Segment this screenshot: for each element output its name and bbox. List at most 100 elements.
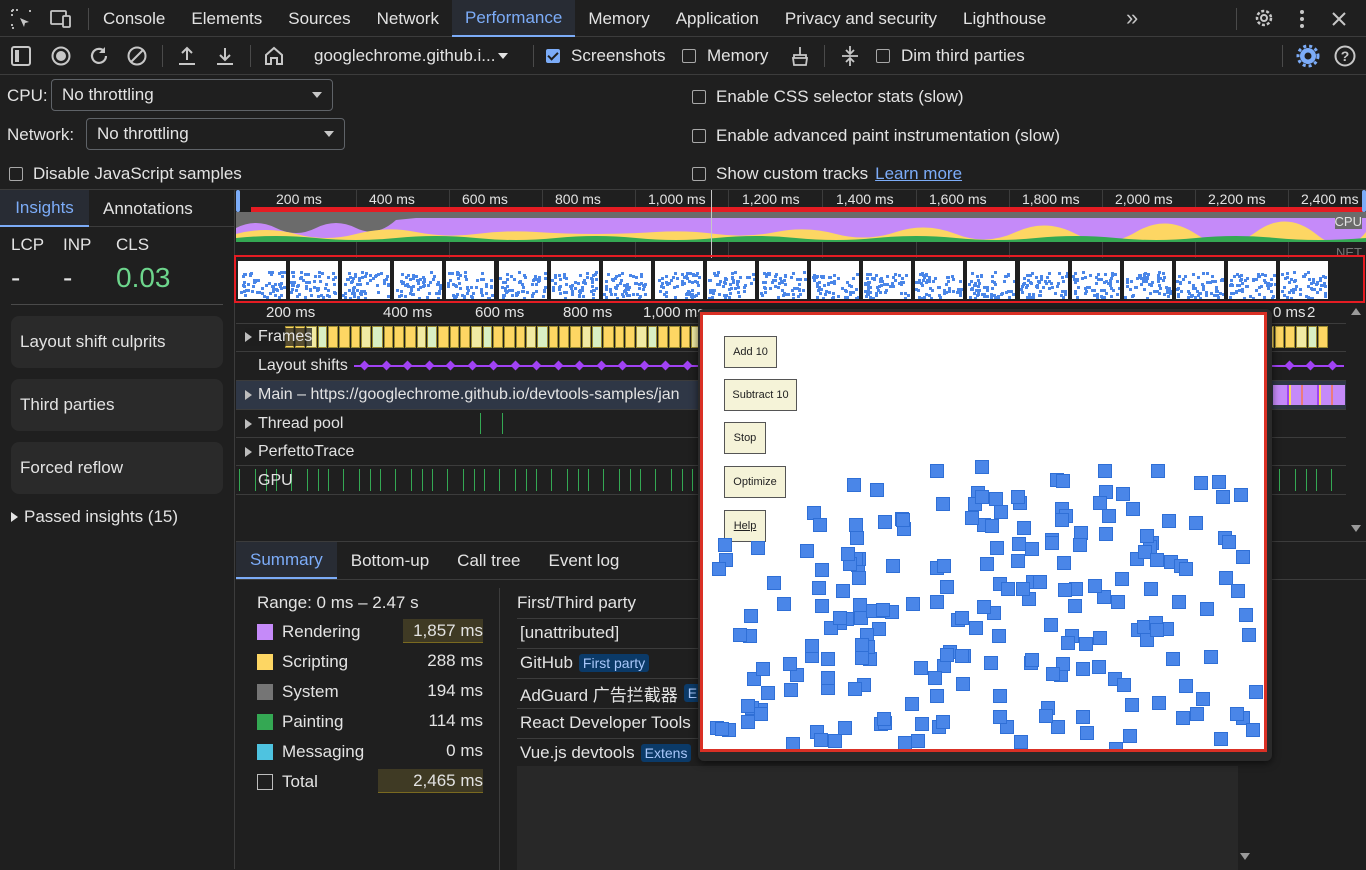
frame-block[interactable]: [526, 326, 536, 348]
insight-card-forced-reflow[interactable]: Forced reflow: [11, 442, 223, 494]
gpu-task[interactable]: [484, 469, 485, 491]
gpu-task[interactable]: [343, 469, 344, 491]
layout-shift-marker[interactable]: [574, 360, 585, 371]
layout-shift-marker[interactable]: [381, 360, 392, 371]
layout-shift-marker[interactable]: [1284, 360, 1295, 371]
gpu-task[interactable]: [1331, 469, 1332, 491]
frame-block[interactable]: [405, 326, 416, 348]
memory-checkbox[interactable]: Memory: [682, 46, 768, 66]
gpu-task[interactable]: [463, 469, 464, 491]
tab-lighthouse[interactable]: Lighthouse: [950, 0, 1059, 37]
gpu-task[interactable]: [474, 469, 475, 491]
frame-block[interactable]: [361, 326, 371, 348]
reload-record-icon[interactable]: [87, 44, 111, 68]
frame-block[interactable]: [427, 326, 437, 348]
gpu-task[interactable]: [395, 469, 396, 491]
thread-pool-toggle[interactable]: Thread pool: [245, 415, 343, 433]
more-tabs-button[interactable]: »: [1126, 5, 1138, 31]
layout-shift-marker[interactable]: [553, 360, 564, 371]
tab-console[interactable]: Console: [90, 0, 178, 37]
frame-block[interactable]: [1275, 326, 1284, 348]
layout-shift-marker[interactable]: [531, 360, 542, 371]
custom-tracks-checkbox[interactable]: Show custom tracks Learn more: [692, 164, 962, 184]
learn-more-link[interactable]: Learn more: [875, 164, 962, 184]
css-selector-stats-checkbox[interactable]: Enable CSS selector stats (slow): [692, 87, 964, 107]
frame-block[interactable]: [339, 326, 350, 348]
layout-shift-marker[interactable]: [359, 360, 370, 371]
scroll-down-icon[interactable]: [1350, 524, 1362, 534]
frame-block[interactable]: [1285, 326, 1295, 348]
layout-shift-marker[interactable]: [617, 360, 628, 371]
layout-shift-marker[interactable]: [467, 360, 478, 371]
layout-shift-marker[interactable]: [510, 360, 521, 371]
frame-block[interactable]: [394, 326, 404, 348]
gpu-task[interactable]: [239, 469, 240, 491]
overview-left-handle[interactable]: [236, 190, 240, 212]
gpu-task[interactable]: [515, 469, 516, 491]
frame-block[interactable]: [615, 326, 624, 348]
frame-block[interactable]: [648, 326, 657, 348]
tab-sources[interactable]: Sources: [275, 0, 363, 37]
tab-call-tree[interactable]: Call tree: [443, 542, 534, 579]
disable-js-samples-checkbox[interactable]: Disable JavaScript samples: [9, 164, 242, 184]
layout-shift-marker[interactable]: [402, 360, 413, 371]
frame-block[interactable]: [460, 326, 470, 348]
frame-block[interactable]: [681, 326, 690, 348]
tab-network[interactable]: Network: [364, 0, 452, 37]
frame-block[interactable]: [516, 326, 525, 348]
gpu-task[interactable]: [630, 469, 631, 491]
frame-block[interactable]: [669, 326, 680, 348]
layout-shift-marker[interactable]: [1305, 360, 1316, 371]
close-icon[interactable]: [1328, 8, 1350, 30]
frame-block[interactable]: [328, 326, 338, 348]
frame-block[interactable]: [384, 326, 393, 348]
tab-privacy-and-security[interactable]: Privacy and security: [772, 0, 950, 37]
frame-block[interactable]: [493, 326, 503, 348]
gpu-task[interactable]: [1306, 469, 1307, 491]
gpu-task[interactable]: [432, 469, 433, 491]
gpu-task[interactable]: [255, 469, 256, 491]
tab-event-log[interactable]: Event log: [534, 542, 633, 579]
tab-elements[interactable]: Elements: [178, 0, 275, 37]
layout-shift-marker[interactable]: [660, 360, 671, 371]
gpu-task[interactable]: [536, 469, 537, 491]
gpu-task[interactable]: [682, 469, 683, 491]
frame-block[interactable]: [417, 326, 426, 348]
frame-block[interactable]: [471, 326, 482, 348]
collapse-tracks-icon[interactable]: [839, 44, 861, 68]
frame-block[interactable]: [438, 326, 449, 348]
inspect-element-icon[interactable]: [10, 8, 32, 30]
frames-track-toggle[interactable]: Frames: [245, 328, 313, 346]
frame-block[interactable]: [372, 326, 383, 348]
gpu-task[interactable]: [370, 469, 371, 491]
recording-url-select[interactable]: googlechrome.github.i...: [314, 45, 509, 67]
gpu-task[interactable]: [1279, 469, 1280, 491]
tab-performance[interactable]: Performance: [451, 0, 576, 37]
gpu-task[interactable]: [359, 469, 360, 491]
frame-block[interactable]: [559, 326, 569, 348]
scroll-up-icon[interactable]: [1350, 306, 1362, 316]
gpu-task[interactable]: [619, 469, 620, 491]
frame-block[interactable]: [570, 326, 581, 348]
network-throttling-select[interactable]: No throttling: [86, 118, 345, 150]
frame-block[interactable]: [483, 326, 492, 348]
frame-block[interactable]: [603, 326, 614, 348]
gpu-task[interactable]: [640, 469, 641, 491]
gpu-task[interactable]: [447, 469, 448, 491]
gpu-task[interactable]: [328, 469, 329, 491]
help-icon[interactable]: ?: [1333, 44, 1357, 68]
frame-block[interactable]: [504, 326, 515, 348]
layout-shift-marker[interactable]: [488, 360, 499, 371]
frame-block[interactable]: [318, 326, 327, 348]
gpu-task[interactable]: [692, 469, 693, 491]
capture-settings-gear-icon[interactable]: [1296, 44, 1320, 68]
tab-summary[interactable]: Summary: [236, 542, 337, 579]
frame-block[interactable]: [1318, 326, 1328, 348]
frame-block[interactable]: [1296, 326, 1307, 348]
download-icon[interactable]: [214, 45, 236, 67]
gpu-task[interactable]: [578, 469, 579, 491]
dim-third-parties-checkbox[interactable]: Dim third parties: [876, 46, 1025, 66]
frame-block[interactable]: [351, 326, 360, 348]
perfetto-trace-toggle[interactable]: PerfettoTrace: [245, 443, 354, 461]
frame-block[interactable]: [1308, 326, 1317, 348]
